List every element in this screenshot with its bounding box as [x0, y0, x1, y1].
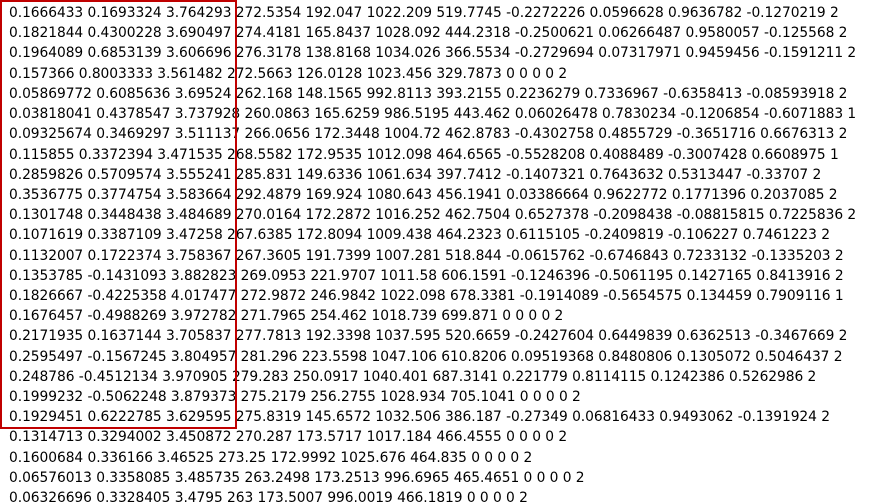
- data-line: 0.1132007 0.1722374 3.758367 267.3605 19…: [9, 247, 844, 264]
- data-line: 0.06326696 0.3328405 3.4795 263 173.5007…: [9, 490, 528, 504]
- data-line: 0.1314713 0.3294002 3.450872 270.287 173…: [9, 429, 568, 446]
- data-line: 0.1964089 0.6853139 3.606696 276.3178 13…: [9, 45, 857, 62]
- data-line: 0.1071619 0.3387109 3.47258 267.6385 172…: [9, 227, 830, 244]
- data-line: 0.03818041 0.4378547 3.737928 260.0863 1…: [9, 106, 857, 122]
- data-line: 0.2859826 0.5709574 3.555241 285.831 149…: [9, 166, 822, 183]
- data-line: 0.248786 -0.4512134 3.970905 279.283 250…: [9, 368, 817, 385]
- data-line: 0.1301748 0.3448438 3.484689 270.0164 17…: [9, 207, 857, 224]
- data-line: 0.2171935 0.1637144 3.705837 277.7813 19…: [9, 328, 848, 345]
- data-line: 0.1929451 0.6222785 3.629595 275.8319 14…: [9, 409, 830, 426]
- text-document: 0.1666433 0.1693324 3.764293 272.5354 19…: [0, 0, 890, 504]
- data-line: 0.09325674 0.3469297 3.511137 266.0656 1…: [9, 126, 848, 143]
- data-line: 0.157366 0.8003333 3.561482 272.5663 126…: [9, 65, 568, 82]
- data-line: 0.1666433 0.1693324 3.764293 272.5354 19…: [9, 5, 839, 21]
- data-line: 0.1826667 -0.4225358 4.017477 272.9872 2…: [9, 287, 844, 304]
- data-line: 0.05869772 0.6085636 3.69524 262.168 148…: [9, 85, 848, 102]
- data-line: 0.1676457 -0.4988269 3.972782 271.7965 2…: [9, 308, 564, 325]
- data-line: 0.3536775 0.3774754 3.583664 292.4879 16…: [9, 186, 838, 203]
- data-line: 0.1821844 0.4300228 3.690497 274.4181 16…: [9, 25, 848, 42]
- data-line: 0.1600684 0.336166 3.46525 273.25 172.99…: [9, 449, 533, 466]
- data-line: 0.2595497 -0.1567245 3.804957 281.296 22…: [9, 348, 843, 365]
- data-line: 0.06576013 0.3358085 3.485735 263.2498 1…: [9, 469, 585, 486]
- data-line: 0.115855 0.3372394 3.471535 268.5582 172…: [9, 146, 839, 163]
- data-line: 0.1999232 -0.5062248 3.879373 275.2179 2…: [9, 389, 581, 405]
- data-line: 0.1353785 -0.1431093 3.882823 269.0953 2…: [9, 267, 844, 284]
